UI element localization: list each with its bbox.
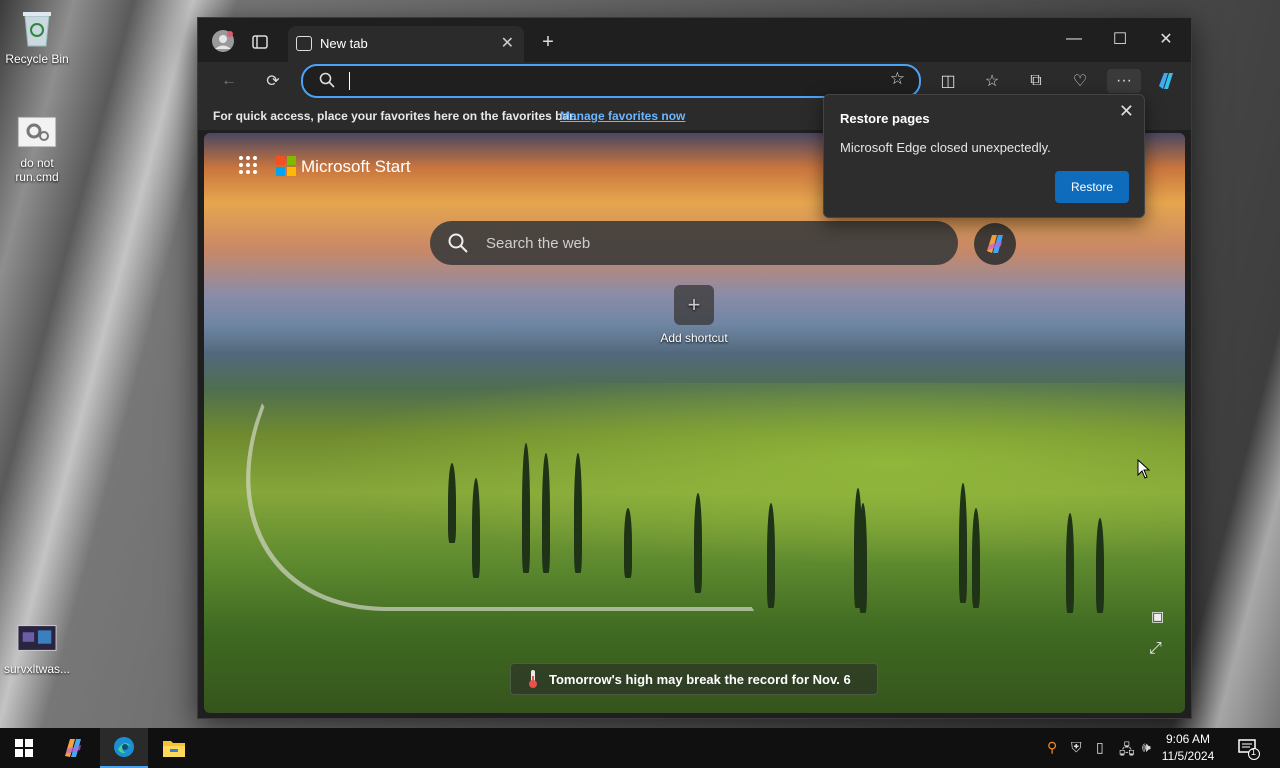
desktop-icon-label: Recycle Bin bbox=[5, 52, 69, 66]
edge-icon bbox=[114, 737, 134, 757]
add-shortcut-button[interactable]: + Add shortcut bbox=[654, 285, 734, 345]
copilot-button[interactable] bbox=[1154, 69, 1178, 93]
notification-count-badge: 1 bbox=[1251, 747, 1257, 757]
image-file-icon bbox=[17, 618, 57, 658]
profile-button[interactable] bbox=[210, 28, 236, 54]
back-button[interactable]: ← bbox=[217, 69, 241, 93]
taskbar-clock[interactable]: 9:06 AM 11/5/2024 bbox=[1160, 731, 1216, 765]
refresh-button[interactable]: ⟳ bbox=[261, 69, 285, 93]
title-bar: New tab ✕ + — ☐ ✕ bbox=[198, 18, 1191, 62]
taskbar-edge-button[interactable] bbox=[100, 728, 148, 768]
cypress-tree bbox=[767, 503, 775, 608]
desktop-icon-recycle-bin[interactable]: Recycle Bin bbox=[1, 8, 73, 66]
network-icon[interactable]: 🖧 bbox=[1119, 739, 1135, 763]
microsoft-start-title[interactable]: Microsoft Start bbox=[301, 157, 411, 177]
start-button[interactable] bbox=[0, 728, 48, 768]
cypress-tree bbox=[972, 508, 980, 608]
tab-close-icon[interactable]: ✕ bbox=[501, 33, 514, 53]
cypress-tree bbox=[448, 463, 456, 543]
taskbar-copilot-button[interactable] bbox=[50, 728, 98, 768]
landscape-road bbox=[204, 403, 830, 611]
cypress-tree bbox=[522, 443, 530, 573]
copilot-search-button[interactable] bbox=[974, 223, 1016, 265]
news-headline: Tomorrow's high may break the record for… bbox=[549, 671, 851, 687]
copilot-icon bbox=[65, 739, 81, 757]
cypress-tree bbox=[574, 453, 582, 573]
copilot-icon bbox=[1159, 73, 1173, 89]
cypress-tree bbox=[959, 483, 967, 603]
taskbar: ⚲ ⛨ ▯ 🖧 🕪 9:06 AM 11/5/2024 1 bbox=[0, 728, 1280, 768]
desktop-icon-do-not-run[interactable]: do not run.cmd bbox=[1, 112, 73, 184]
text-caret bbox=[349, 72, 350, 90]
background-image-icon[interactable]: ▣ bbox=[1151, 608, 1164, 625]
battery-icon[interactable]: ▯ bbox=[1096, 739, 1104, 756]
cypress-tree bbox=[859, 503, 867, 613]
notification-icon bbox=[1238, 739, 1260, 760]
microsoft-logo-icon bbox=[276, 156, 296, 176]
collections-button[interactable]: ⧉ bbox=[1024, 69, 1048, 93]
new-tab-page: Microsoft Start Search the web + Add sho… bbox=[204, 133, 1185, 713]
restore-pages-popup: Restore pages ✕ Microsoft Edge closed un… bbox=[823, 94, 1145, 218]
windows-logo-icon bbox=[15, 739, 33, 757]
cypress-tree bbox=[694, 493, 702, 593]
clock-date: 11/5/2024 bbox=[1161, 749, 1215, 763]
cypress-tree bbox=[624, 508, 632, 578]
taskbar-file-explorer-button[interactable] bbox=[150, 728, 198, 768]
copilot-icon bbox=[987, 235, 1003, 253]
popup-message: Microsoft Edge closed unexpectedly. bbox=[840, 140, 1051, 155]
maximize-button[interactable]: ☐ bbox=[1097, 24, 1143, 54]
cypress-tree bbox=[1066, 513, 1074, 613]
plus-icon: + bbox=[674, 285, 714, 325]
tab-actions-button[interactable] bbox=[248, 30, 272, 54]
browser-essentials-button[interactable]: ♡ bbox=[1068, 69, 1092, 93]
close-icon[interactable]: ✕ bbox=[1119, 101, 1134, 122]
app-grid-icon bbox=[239, 156, 257, 174]
search-icon bbox=[448, 233, 468, 257]
volume-icon[interactable]: 🕪 bbox=[1142, 739, 1151, 756]
favorite-star-icon[interactable]: ☆ bbox=[890, 69, 905, 89]
profile-avatar-icon bbox=[212, 30, 234, 52]
split-screen-button[interactable]: ◫ bbox=[936, 69, 960, 93]
new-tab-page-icon bbox=[296, 36, 312, 51]
search-placeholder: Search the web bbox=[486, 235, 591, 252]
mouse-cursor-icon bbox=[1137, 458, 1151, 484]
close-window-button[interactable]: ✕ bbox=[1143, 24, 1189, 54]
script-file-icon bbox=[17, 112, 57, 152]
security-shield-icon[interactable]: ⛨ bbox=[1071, 739, 1082, 756]
desktop-icon-survxltwas[interactable]: survxltwas... bbox=[1, 618, 73, 676]
notification-center-button[interactable]: 1 bbox=[1238, 738, 1260, 765]
desktop-icon-label: do not run.cmd bbox=[15, 156, 59, 184]
recycle-bin-icon bbox=[17, 8, 57, 48]
weather-news-pill[interactable]: Tomorrow's high may break the record for… bbox=[510, 663, 878, 695]
cypress-tree bbox=[1096, 518, 1104, 613]
restore-button[interactable]: Restore bbox=[1055, 171, 1129, 203]
thermometer-icon bbox=[529, 670, 537, 688]
app-launcher-button[interactable] bbox=[238, 155, 258, 175]
cypress-tree bbox=[472, 478, 480, 578]
web-search-box[interactable]: Search the web bbox=[430, 221, 958, 265]
address-bar[interactable]: ☆ bbox=[301, 64, 921, 98]
expand-icon[interactable]: ⤢ bbox=[1149, 640, 1162, 658]
desktop-icon-label: survxltwas... bbox=[3, 662, 70, 676]
clock-time: 9:06 AM bbox=[1165, 732, 1211, 746]
favorites-button[interactable]: ☆ bbox=[980, 69, 1004, 93]
tab-actions-icon bbox=[252, 35, 268, 49]
popup-title: Restore pages bbox=[840, 111, 930, 126]
tab-new-tab[interactable]: New tab ✕ bbox=[288, 26, 524, 62]
folder-icon bbox=[163, 741, 185, 757]
settings-more-button[interactable]: ··· bbox=[1107, 69, 1141, 93]
minimize-button[interactable]: — bbox=[1051, 24, 1097, 54]
favorites-bar-message: For quick access, place your favorites h… bbox=[213, 109, 577, 123]
add-shortcut-label: Add shortcut bbox=[660, 331, 728, 345]
search-icon bbox=[319, 72, 335, 93]
new-tab-button[interactable]: + bbox=[536, 30, 560, 54]
cypress-tree bbox=[542, 453, 550, 573]
manage-favorites-link[interactable]: Manage favorites now bbox=[560, 109, 685, 123]
tab-title: New tab bbox=[320, 36, 368, 51]
search-tray-icon[interactable]: ⚲ bbox=[1047, 739, 1057, 756]
